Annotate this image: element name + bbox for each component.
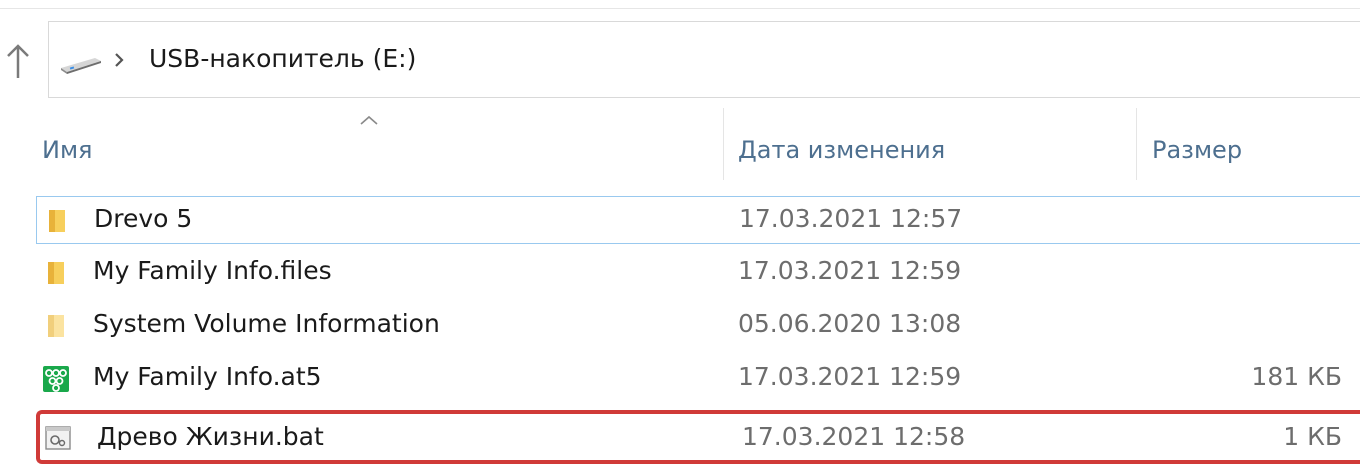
file-row-my-family-info-files[interactable]: My Family Info.files 17.03.2021 12:59: [36, 249, 1360, 297]
file-row-drevo-zhizni-bat[interactable]: Древо Жизни.bat 17.03.2021 12:58 1 КБ: [36, 410, 1360, 464]
file-size: 1 КБ: [1283, 422, 1342, 451]
folder-icon: [48, 315, 64, 337]
batch-file-icon: [45, 426, 71, 450]
file-date: 17.03.2021 12:57: [739, 204, 963, 233]
address-bar[interactable]: USB-накопитель (E:): [48, 21, 1360, 98]
file-date: 05.06.2020 13:08: [738, 309, 962, 338]
family-tree-icon: [43, 366, 69, 392]
file-date: 17.03.2021 12:59: [738, 362, 962, 391]
up-button[interactable]: [4, 42, 32, 82]
breadcrumb-location[interactable]: USB-накопитель (E:): [149, 44, 416, 73]
file-date: 17.03.2021 12:59: [738, 256, 962, 285]
file-name: My Family Info.at5: [93, 362, 322, 391]
folder-icon: [49, 210, 65, 232]
file-name: System Volume Information: [93, 309, 440, 338]
column-name-header[interactable]: Имя: [42, 136, 93, 164]
sort-ascending-icon: [360, 115, 378, 125]
folder-icon: [48, 262, 64, 284]
file-row-my-family-info-at5[interactable]: My Family Info.at5 17.03.2021 12:59 181 …: [36, 355, 1360, 403]
file-date: 17.03.2021 12:58: [742, 422, 966, 451]
column-divider[interactable]: [723, 108, 724, 180]
file-name: My Family Info.files: [93, 256, 332, 285]
file-name: Древо Жизни.bat: [97, 422, 324, 451]
usb-drive-icon: [61, 58, 101, 74]
column-divider[interactable]: [1136, 108, 1137, 180]
column-header-row: Имя Дата изменения Размер: [0, 108, 1360, 184]
file-name: Drevo 5: [94, 204, 193, 233]
column-date-header[interactable]: Дата изменения: [738, 136, 945, 164]
file-row-drevo-5[interactable]: Drevo 5 17.03.2021 12:57: [36, 196, 1360, 244]
chevron-right-icon[interactable]: [112, 51, 126, 69]
file-size: 181 КБ: [1251, 362, 1342, 391]
column-size-header[interactable]: Размер: [1152, 136, 1242, 164]
up-arrow-icon: [7, 44, 29, 78]
file-row-system-volume-information[interactable]: System Volume Information 05.06.2020 13:…: [36, 302, 1360, 350]
top-divider: [0, 8, 1360, 9]
